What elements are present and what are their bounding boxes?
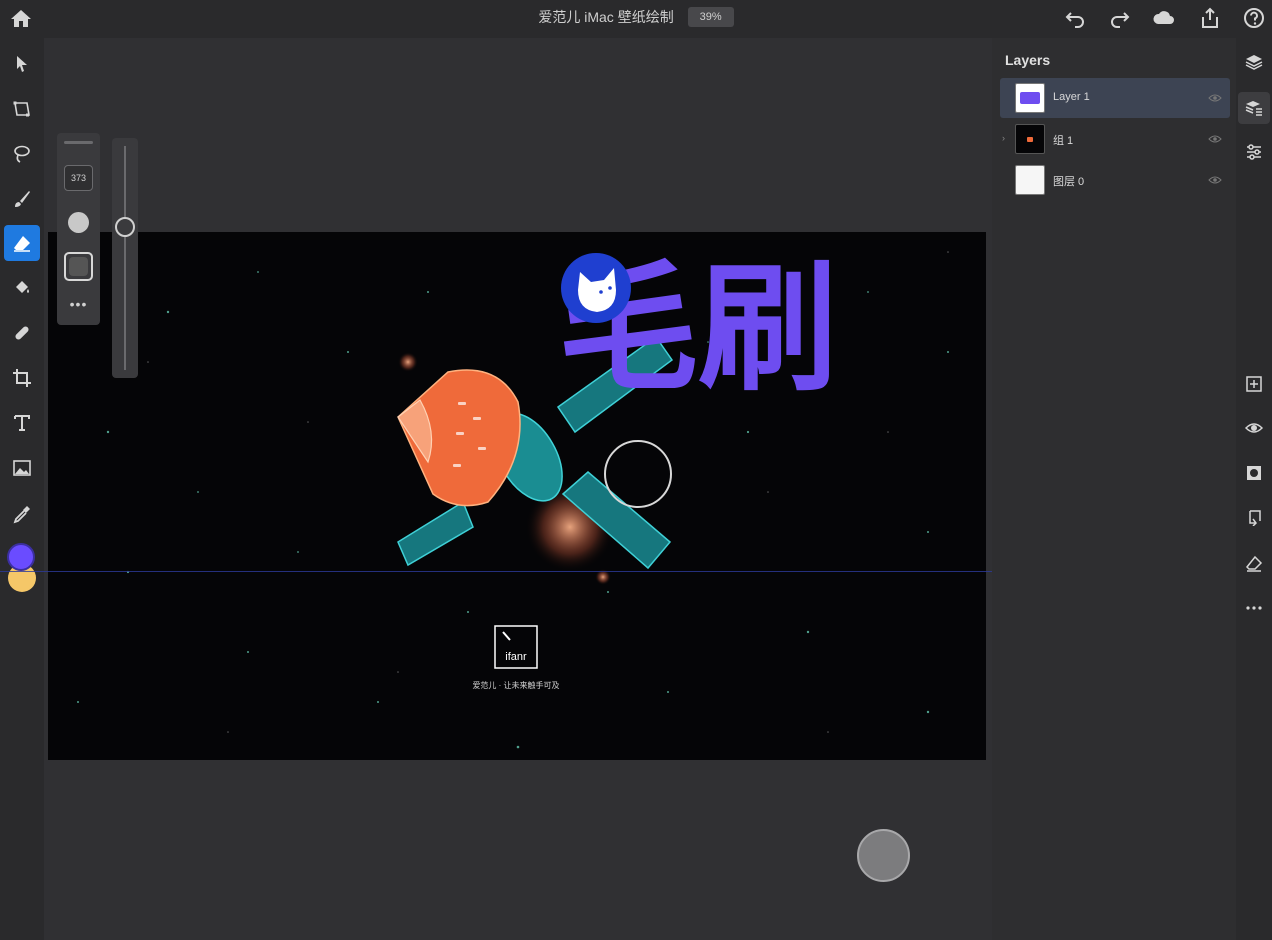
crop-icon [13,369,31,387]
mask-icon [1247,466,1261,480]
brush-size-field[interactable]: 373 [64,165,93,191]
zoom-level[interactable]: 39% [687,7,734,27]
brush-cursor [604,440,672,508]
transform-icon [13,101,30,117]
layers-button[interactable] [1238,46,1270,78]
eyedropper-icon [13,506,30,524]
eyedropper-tool[interactable] [4,496,40,532]
layer-thumbnail [1015,165,1045,195]
eye-icon[interactable] [1208,175,1222,185]
lasso-tool[interactable] [4,136,40,172]
layers-panel: Layers Layer 1 › 组 1 图层 0 [992,38,1236,940]
foreground-color-swatch[interactable] [7,543,35,571]
image-tool[interactable] [4,450,40,486]
arrow-icon [17,56,27,72]
text-icon [14,415,30,431]
panel-handle[interactable] [64,141,93,144]
share-icon[interactable] [1198,7,1222,29]
visibility-button[interactable] [1238,412,1270,444]
caption-text: 爱范儿 · 让未来触手可及 [472,680,559,690]
layer-thumbnail [1015,124,1045,154]
sliders-icon [1247,144,1261,160]
eye-icon[interactable] [1208,93,1222,103]
layers-icon [1245,55,1263,70]
document-title[interactable]: 爱范儿 iMac 壁纸绘制 [538,7,673,27]
right-toolbar [1236,38,1272,940]
logo-text: ifanr [505,651,527,663]
lasso-icon [14,145,30,163]
text-tool[interactable] [4,405,40,441]
add-layer-icon [1246,376,1262,392]
expand-caret-icon[interactable]: › [1002,133,1005,143]
select-tool[interactable] [4,46,40,82]
layer-properties-icon [1245,101,1262,116]
clip-icon [1249,510,1261,526]
eraser-icon [1245,555,1263,572]
brush-size-slider[interactable] [112,138,138,378]
eye-icon[interactable] [1208,134,1222,144]
bandage-icon [15,326,29,340]
brush-shape-button[interactable] [64,252,93,281]
more-button[interactable] [1238,592,1270,624]
layer-row-layer-0[interactable]: 图层 0 [1000,160,1230,200]
undo-icon[interactable] [1063,7,1087,29]
layer-thumbnail [1015,83,1045,113]
bucket-icon [16,281,29,293]
layer-row-group-1[interactable]: › 组 1 [1000,119,1230,159]
redo-icon[interactable] [1108,7,1132,29]
layers-title: Layers [1005,52,1051,68]
clip-button[interactable] [1238,501,1270,533]
cloud-icon[interactable] [1152,7,1176,29]
touch-shortcut-button[interactable] [857,829,910,882]
artwork-illustration: ifanr 爱范儿 · 让未来触手可及 毛刷 [77,248,949,749]
fill-tool[interactable] [4,270,40,306]
help-icon[interactable] [1242,7,1266,29]
brush-settings-panel: 373 ••• [57,133,100,325]
layer-properties-button[interactable] [1238,92,1270,124]
left-toolbar [0,38,44,940]
image-icon [13,460,31,476]
adjustments-button[interactable] [1238,136,1270,168]
app-window: 爱范儿 iMac 壁纸绘制 39% ifanr 爱范儿 · 让未来触手可及 毛刷… [0,0,1272,940]
eraser-tool[interactable] [4,225,40,261]
eraser-icon [14,236,30,252]
more-icon [1246,606,1262,610]
layer-name: 图层 0 [1053,176,1085,188]
layer-name: 组 1 [1053,135,1074,147]
erase-layer-button[interactable] [1238,547,1270,579]
add-layer-button[interactable] [1238,368,1270,400]
layer-name: Layer 1 [1053,91,1090,103]
slider-knob[interactable] [115,217,135,237]
mask-button[interactable] [1238,457,1270,489]
brush-tool[interactable] [4,181,40,217]
more-brush-options-icon[interactable]: ••• [57,296,100,312]
artwork-canvas[interactable]: ifanr 爱范儿 · 让未来触手可及 毛刷 [48,232,986,760]
brush-hardness-dot[interactable] [68,212,89,233]
healing-tool[interactable] [4,315,40,351]
crop-tool[interactable] [4,360,40,396]
brush-icon [15,191,30,207]
layer-row-layer-1[interactable]: Layer 1 [1000,78,1230,118]
top-bar: 爱范儿 iMac 壁纸绘制 39% [0,0,1272,38]
eye-icon [1245,423,1263,433]
transform-tool[interactable] [4,91,40,127]
